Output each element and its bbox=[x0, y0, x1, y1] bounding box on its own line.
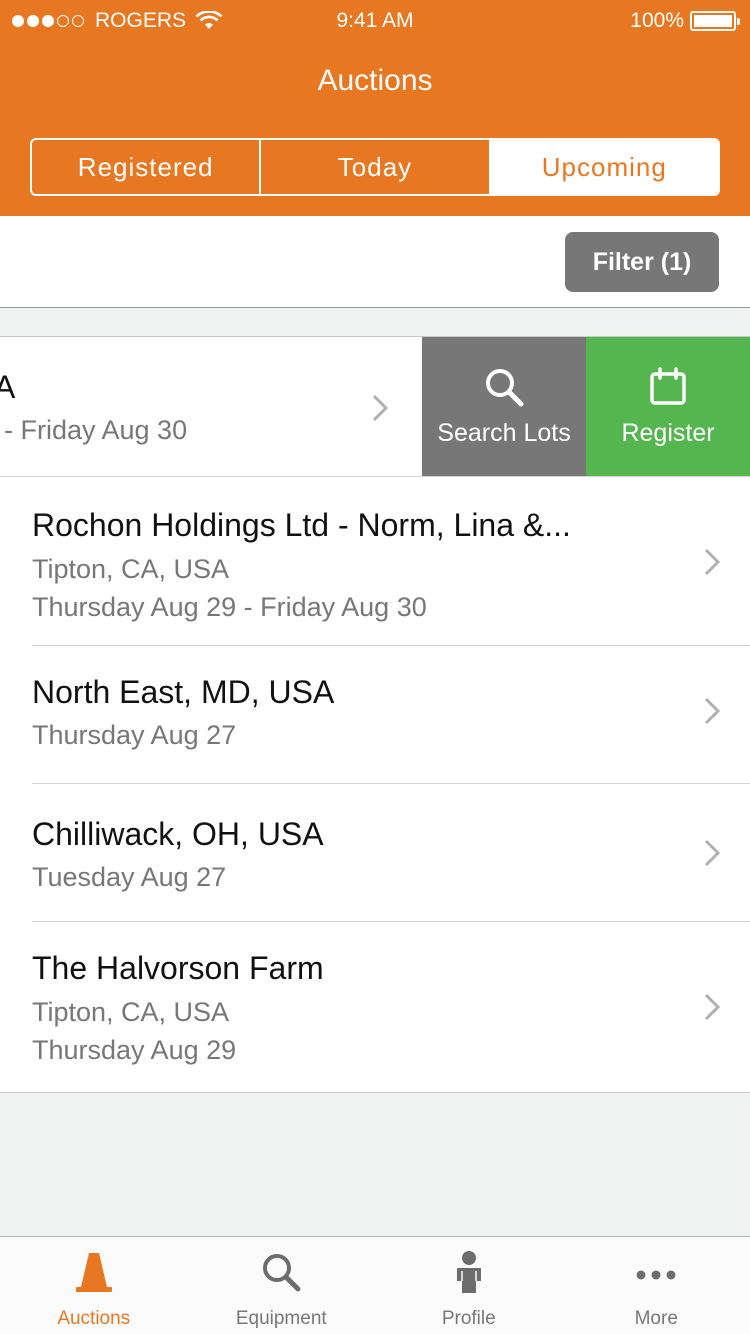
list-item[interactable]: Rochon Holdings Ltd - Norm, Lina &... Ti… bbox=[0, 476, 750, 646]
auction-dates: Thursday Aug 27 bbox=[32, 720, 237, 750]
auction-title: Chilliwack, OH, USA bbox=[32, 816, 324, 852]
list-item[interactable]: The Halvorson Farm Tipton, CA, USA Thurs… bbox=[0, 922, 750, 1092]
tab-profile-label: Profile bbox=[441, 1308, 496, 1329]
search-icon bbox=[263, 1254, 301, 1292]
tab-bar: Auctions Equipment Profile More bbox=[0, 1236, 750, 1334]
chevron-right-icon bbox=[704, 697, 721, 725]
chevron-right-icon bbox=[704, 993, 721, 1021]
person-icon bbox=[456, 1251, 481, 1293]
auction-title: North East, MD, USA bbox=[32, 674, 335, 710]
chevron-right-icon bbox=[372, 394, 389, 422]
search-lots-button[interactable]: Search Lots bbox=[422, 337, 586, 476]
cone-icon bbox=[75, 1253, 112, 1292]
chevron-right-icon bbox=[704, 839, 721, 867]
tab-auctions-label: Auctions bbox=[57, 1308, 131, 1329]
auction-dates: Thursday Aug 29 bbox=[32, 1035, 237, 1065]
auction-title: The Halvorson Farm bbox=[32, 950, 324, 986]
list-item[interactable]: Chilliwack, OH, USA Tuesday Aug 27 bbox=[0, 784, 750, 922]
tab-more[interactable]: More bbox=[563, 1237, 750, 1334]
auction-title: A bbox=[0, 369, 16, 405]
auction-title: Rochon Holdings Ltd - Norm, Lina &... bbox=[32, 507, 571, 543]
search-lots-label: Search Lots bbox=[437, 419, 571, 447]
calendar-icon bbox=[650, 367, 686, 405]
list-item-swiped[interactable]: A - Friday Aug 30 Search Lots Register bbox=[0, 337, 750, 476]
auction-location: Tipton, CA, USA bbox=[32, 997, 230, 1027]
battery-percent: 100% bbox=[630, 9, 684, 32]
auction-dates: Tuesday Aug 27 bbox=[32, 862, 227, 892]
battery-status: 100% bbox=[630, 9, 740, 33]
tab-more-label: More bbox=[634, 1308, 678, 1329]
segment-registered[interactable]: Registered bbox=[32, 140, 259, 194]
chevron-right-icon bbox=[704, 548, 721, 576]
page-title: Auctions bbox=[317, 64, 433, 97]
register-label: Register bbox=[621, 419, 715, 447]
filter-button[interactable]: Filter (1) bbox=[565, 232, 719, 292]
tab-profile[interactable]: Profile bbox=[375, 1237, 563, 1334]
auction-list: A - Friday Aug 30 Search Lots Register R… bbox=[0, 336, 750, 1093]
segment-today[interactable]: Today bbox=[259, 140, 488, 194]
header: ROGERS 9:41 AM 100% Auctions Registered … bbox=[0, 0, 750, 216]
filter-bar: Filter (1) bbox=[0, 216, 750, 308]
auction-dates: Thursday Aug 29 - Friday Aug 30 bbox=[32, 592, 427, 622]
tab-auctions[interactable]: Auctions bbox=[0, 1237, 188, 1334]
tab-equipment[interactable]: Equipment bbox=[188, 1237, 376, 1334]
status-bar: ROGERS 9:41 AM 100% bbox=[0, 0, 750, 40]
tab-equipment-label: Equipment bbox=[235, 1308, 327, 1329]
list-item[interactable]: North East, MD, USA Thursday Aug 27 bbox=[0, 646, 750, 784]
more-icon bbox=[636, 1270, 676, 1280]
register-button[interactable]: Register bbox=[586, 337, 750, 476]
segmented-control: Registered Today Upcoming bbox=[30, 138, 720, 196]
auction-dates: - Friday Aug 30 bbox=[4, 415, 188, 445]
auction-location: Tipton, CA, USA bbox=[32, 554, 230, 584]
segment-upcoming[interactable]: Upcoming bbox=[488, 140, 718, 194]
search-icon bbox=[486, 369, 524, 407]
swiped-row-content[interactable]: A - Friday Aug 30 bbox=[0, 337, 422, 476]
battery-icon bbox=[690, 11, 740, 31]
